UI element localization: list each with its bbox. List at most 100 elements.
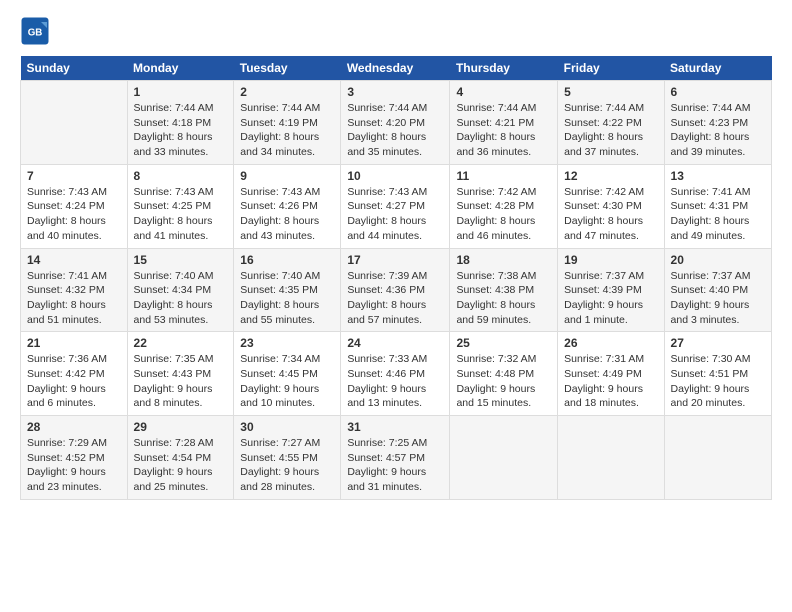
day-cell: 13Sunrise: 7:41 AM Sunset: 4:31 PM Dayli… [664, 164, 771, 248]
day-number: 24 [347, 336, 443, 350]
day-info: Sunrise: 7:37 AM Sunset: 4:40 PM Dayligh… [671, 269, 765, 328]
calendar-table: SundayMondayTuesdayWednesdayThursdayFrid… [20, 56, 772, 500]
week-row-1: 1 Sunrise: 7:44 AM Sunset: 4:18 PM Daylig… [21, 81, 772, 165]
day-number: 15 [134, 253, 228, 267]
day-number: 18 [456, 253, 551, 267]
day-cell: 17Sunrise: 7:39 AM Sunset: 4:36 PM Dayli… [341, 248, 450, 332]
day-number: 12 [564, 169, 657, 183]
col-header-saturday: Saturday [664, 56, 771, 81]
day-cell [664, 416, 771, 500]
day-info: Sunrise: 7:40 AM Sunset: 4:34 PM Dayligh… [134, 269, 228, 328]
day-cell: 30 Sunrise: 7:27 AM Sunset: 4:55 PM Dayli… [234, 416, 341, 500]
day-number: 19 [564, 253, 657, 267]
day-cell: 5 Sunrise: 7:44 AM Sunset: 4:22 PM Daylig… [558, 81, 664, 165]
day-info: Sunrise: 7:44 AM Sunset: 4:18 PM Dayligh… [134, 101, 228, 160]
day-number: 10 [347, 169, 443, 183]
day-cell: 12 Sunrise: 7:42 AM Sunset: 4:30 PM Dayli… [558, 164, 664, 248]
day-info: Sunrise: 7:42 AM Sunset: 4:30 PM Dayligh… [564, 185, 657, 244]
day-cell: 31 Sunrise: 7:25 AM Sunset: 4:57 PM Dayli… [341, 416, 450, 500]
day-cell: 28Sunrise: 7:29 AM Sunset: 4:52 PM Dayli… [21, 416, 128, 500]
day-cell: 3 Sunrise: 7:44 AM Sunset: 4:20 PM Daylig… [341, 81, 450, 165]
day-number: 26 [564, 336, 657, 350]
logo-icon: GB [20, 16, 50, 46]
day-number: 1 [134, 85, 228, 99]
day-cell: 19Sunrise: 7:37 AM Sunset: 4:39 PM Dayli… [558, 248, 664, 332]
day-cell: 18 Sunrise: 7:38 AM Sunset: 4:38 PM Dayli… [450, 248, 558, 332]
day-number: 21 [27, 336, 121, 350]
day-info: Sunrise: 7:44 AM Sunset: 4:22 PM Dayligh… [564, 101, 657, 160]
day-cell: 7Sunrise: 7:43 AM Sunset: 4:24 PM Daylig… [21, 164, 128, 248]
day-info: Sunrise: 7:44 AM Sunset: 4:20 PM Dayligh… [347, 101, 443, 160]
day-number: 31 [347, 420, 443, 434]
day-number: 9 [240, 169, 334, 183]
day-cell [21, 81, 128, 165]
day-number: 29 [134, 420, 228, 434]
day-info: Sunrise: 7:43 AM Sunset: 4:27 PM Dayligh… [347, 185, 443, 244]
day-cell: 22 Sunrise: 7:35 AM Sunset: 4:43 PM Dayli… [127, 332, 234, 416]
day-cell: 2Sunrise: 7:44 AM Sunset: 4:19 PM Daylig… [234, 81, 341, 165]
col-header-friday: Friday [558, 56, 664, 81]
day-info: Sunrise: 7:27 AM Sunset: 4:55 PM Dayligh… [240, 436, 334, 495]
header-row: SundayMondayTuesdayWednesdayThursdayFrid… [21, 56, 772, 81]
week-row-2: 7Sunrise: 7:43 AM Sunset: 4:24 PM Daylig… [21, 164, 772, 248]
day-info: Sunrise: 7:32 AM Sunset: 4:48 PM Dayligh… [456, 352, 551, 411]
day-info: Sunrise: 7:34 AM Sunset: 4:45 PM Dayligh… [240, 352, 334, 411]
col-header-thursday: Thursday [450, 56, 558, 81]
header: GB [20, 16, 772, 46]
day-cell: 9 Sunrise: 7:43 AM Sunset: 4:26 PM Daylig… [234, 164, 341, 248]
col-header-wednesday: Wednesday [341, 56, 450, 81]
col-header-tuesday: Tuesday [234, 56, 341, 81]
day-cell: 6Sunrise: 7:44 AM Sunset: 4:23 PM Daylig… [664, 81, 771, 165]
day-number: 16 [240, 253, 334, 267]
col-header-sunday: Sunday [21, 56, 128, 81]
day-cell: 15 Sunrise: 7:40 AM Sunset: 4:34 PM Dayli… [127, 248, 234, 332]
day-cell: 16 Sunrise: 7:40 AM Sunset: 4:35 PM Dayli… [234, 248, 341, 332]
day-number: 7 [27, 169, 121, 183]
day-cell: 26 Sunrise: 7:31 AM Sunset: 4:49 PM Dayli… [558, 332, 664, 416]
day-info: Sunrise: 7:29 AM Sunset: 4:52 PM Dayligh… [27, 436, 121, 495]
day-info: Sunrise: 7:40 AM Sunset: 4:35 PM Dayligh… [240, 269, 334, 328]
page: GB SundayMondayTuesdayWednesdayThursdayF… [0, 0, 792, 510]
day-number: 23 [240, 336, 334, 350]
day-info: Sunrise: 7:36 AM Sunset: 4:42 PM Dayligh… [27, 352, 121, 411]
day-cell [450, 416, 558, 500]
col-header-monday: Monday [127, 56, 234, 81]
week-row-3: 14 Sunrise: 7:41 AM Sunset: 4:32 PM Dayli… [21, 248, 772, 332]
day-cell: 24 Sunrise: 7:33 AM Sunset: 4:46 PM Dayli… [341, 332, 450, 416]
day-number: 22 [134, 336, 228, 350]
day-cell: 21 Sunrise: 7:36 AM Sunset: 4:42 PM Dayli… [21, 332, 128, 416]
day-info: Sunrise: 7:43 AM Sunset: 4:26 PM Dayligh… [240, 185, 334, 244]
day-cell: 11 Sunrise: 7:42 AM Sunset: 4:28 PM Dayli… [450, 164, 558, 248]
day-cell: 27Sunrise: 7:30 AM Sunset: 4:51 PM Dayli… [664, 332, 771, 416]
day-info: Sunrise: 7:31 AM Sunset: 4:49 PM Dayligh… [564, 352, 657, 411]
week-row-4: 21 Sunrise: 7:36 AM Sunset: 4:42 PM Dayli… [21, 332, 772, 416]
day-cell: 29 Sunrise: 7:28 AM Sunset: 4:54 PM Dayli… [127, 416, 234, 500]
day-info: Sunrise: 7:42 AM Sunset: 4:28 PM Dayligh… [456, 185, 551, 244]
day-cell: 25 Sunrise: 7:32 AM Sunset: 4:48 PM Dayli… [450, 332, 558, 416]
day-number: 25 [456, 336, 551, 350]
day-number: 11 [456, 169, 551, 183]
day-cell: 4Sunrise: 7:44 AM Sunset: 4:21 PM Daylig… [450, 81, 558, 165]
day-info: Sunrise: 7:25 AM Sunset: 4:57 PM Dayligh… [347, 436, 443, 495]
week-row-5: 28Sunrise: 7:29 AM Sunset: 4:52 PM Dayli… [21, 416, 772, 500]
day-info: Sunrise: 7:33 AM Sunset: 4:46 PM Dayligh… [347, 352, 443, 411]
day-number: 5 [564, 85, 657, 99]
svg-text:GB: GB [28, 28, 43, 39]
day-cell: 10 Sunrise: 7:43 AM Sunset: 4:27 PM Dayli… [341, 164, 450, 248]
day-info: Sunrise: 7:38 AM Sunset: 4:38 PM Dayligh… [456, 269, 551, 328]
day-info: Sunrise: 7:44 AM Sunset: 4:23 PM Dayligh… [671, 101, 765, 160]
day-cell: 14 Sunrise: 7:41 AM Sunset: 4:32 PM Dayli… [21, 248, 128, 332]
day-info: Sunrise: 7:43 AM Sunset: 4:25 PM Dayligh… [134, 185, 228, 244]
day-number: 17 [347, 253, 443, 267]
day-info: Sunrise: 7:44 AM Sunset: 4:19 PM Dayligh… [240, 101, 334, 160]
day-info: Sunrise: 7:28 AM Sunset: 4:54 PM Dayligh… [134, 436, 228, 495]
day-info: Sunrise: 7:41 AM Sunset: 4:32 PM Dayligh… [27, 269, 121, 328]
day-number: 3 [347, 85, 443, 99]
day-cell: 8Sunrise: 7:43 AM Sunset: 4:25 PM Daylig… [127, 164, 234, 248]
day-number: 14 [27, 253, 121, 267]
day-info: Sunrise: 7:30 AM Sunset: 4:51 PM Dayligh… [671, 352, 765, 411]
day-cell [558, 416, 664, 500]
day-cell: 20Sunrise: 7:37 AM Sunset: 4:40 PM Dayli… [664, 248, 771, 332]
day-number: 30 [240, 420, 334, 434]
day-info: Sunrise: 7:35 AM Sunset: 4:43 PM Dayligh… [134, 352, 228, 411]
